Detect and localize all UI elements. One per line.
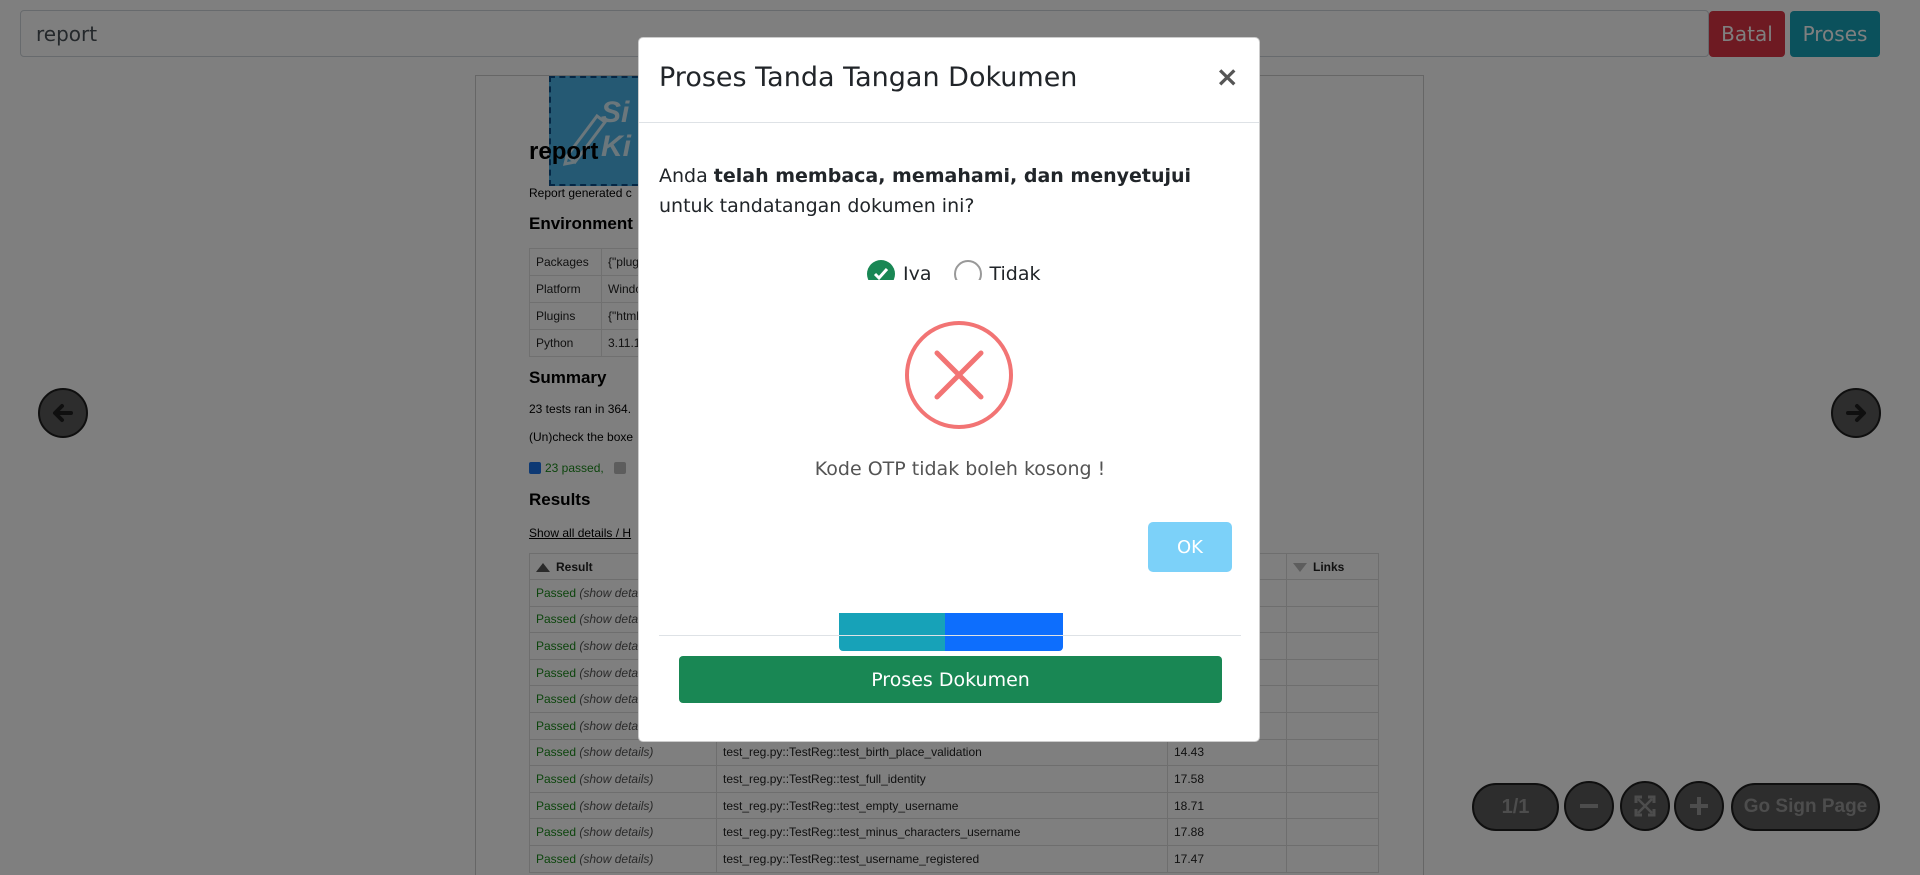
consent-question: Anda telah membaca, memahami, dan menyet… [659, 161, 1219, 221]
error-alert-dialog: Kode OTP tidak boleh kosong ! OK [661, 280, 1259, 595]
close-icon[interactable]: × [1216, 60, 1239, 93]
error-x-icon [905, 321, 1013, 429]
modal-title: Proses Tanda Tangan Dokumen [659, 62, 1078, 93]
alert-message: Kode OTP tidak boleh kosong ! [814, 458, 1106, 480]
question-suffix: untuk tandatangan dokumen ini? [659, 195, 975, 217]
question-bold: telah membaca, memahami, dan menyetujui [713, 165, 1192, 187]
otp-email-tab[interactable] [945, 613, 1063, 651]
modal-header: Proses Tanda Tangan Dokumen × [639, 38, 1259, 123]
question-prefix: Anda [659, 165, 714, 187]
alert-ok-button[interactable]: OK [1148, 522, 1232, 572]
otp-sms-tab[interactable] [839, 613, 945, 651]
otp-method-tabs [839, 613, 1063, 651]
proses-dokumen-button[interactable]: Proses Dokumen [679, 656, 1222, 703]
modal-divider [659, 635, 1241, 636]
